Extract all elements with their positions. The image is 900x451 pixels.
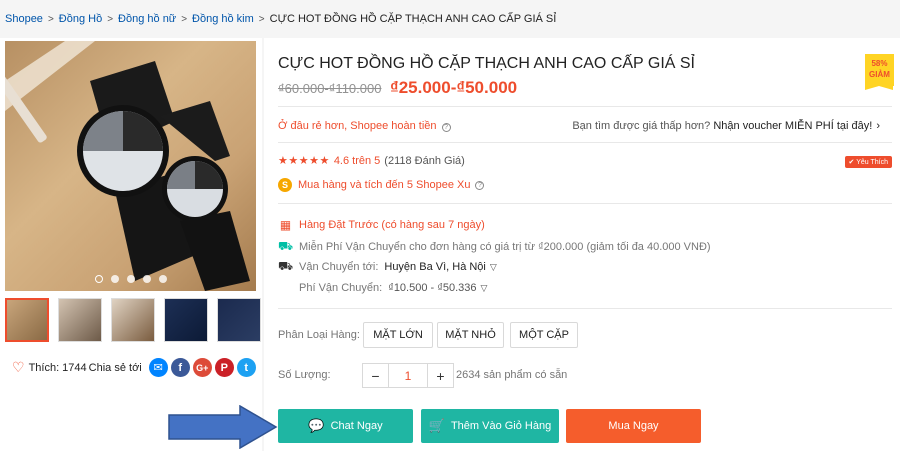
carousel-dot[interactable] [126,275,135,283]
shipping-fee[interactable]: Phí Vận Chuyển: ₫10.500 - ₫50.336 ▽ [299,282,487,294]
sale-price: ₫25.000-₫50.000 [390,78,518,97]
favorite-badge: ✔ Yêu Thích [844,156,892,168]
add-to-cart-label: Thêm Vào Giỏ Hàng [450,420,552,432]
variant-option-mat-nho[interactable]: MẶT NHỎ [437,322,504,348]
quantity-stepper[interactable]: − 1 + [362,363,454,388]
chat-bubble-icon: 💬 [308,418,325,433]
breadcrumb-current: CỰC HOT ĐỒNG HỒ CẶP THẠCH ANH CAO CẤP GI… [269,13,557,25]
increment-button[interactable]: + [428,364,453,387]
product-title: CỰC HOT ĐỒNG HỒ CẶP THẠCH ANH CAO CẤP GI… [278,55,695,72]
divider [278,308,892,309]
pinterest-icon[interactable]: P [214,358,234,377]
gallery-panel: ♡ Thích: 1744 Chia sẻ tới ✉ f G+ P t [0,38,262,451]
breadcrumb-dong-ho-kim[interactable]: Đồng hồ kim [192,13,254,25]
carousel-dot[interactable] [158,275,167,283]
buy-now-label: Mua Ngay [608,420,659,432]
product-info-panel: CỰC HOT ĐỒNG HỒ CẶP THẠCH ANH CAO CẤP GI… [264,38,900,451]
chevron-down-icon[interactable]: ▽ [481,283,488,294]
price-guarantee-text: Ở đâu rẻ hơn, Shopee hoàn tiền [278,120,437,132]
twitter-icon[interactable]: t [236,358,256,377]
rating-summary[interactable]: ★★★★★ 4.6 trên 5 (2118 Đánh Giá) [278,154,465,168]
discount-badge: 58% GIẢM [865,54,894,90]
buy-now-button[interactable]: Mua Ngay [566,409,701,443]
voucher-prefix: Bạn tìm được giá thấp hơn? [572,120,711,132]
chevron-right-icon: > [181,13,188,25]
preorder-text: Hàng Đặt Trước (có hàng sau 7 ngày) [299,219,485,231]
breadcrumb: Shopee > Đồng Hồ > Đồng hồ nữ > Đồng hồ … [5,11,556,27]
shipping-destination[interactable]: ⛟ Vận Chuyển tới: Huyện Ba Vì, Hà Nội ▽ [278,259,497,275]
google-plus-icon[interactable]: G+ [192,358,212,377]
discount-percent: 58% [871,59,888,68]
original-price: ₫60.000-₫110.000 [278,81,382,96]
chat-now-label: Chat Ngay [330,420,383,432]
facebook-icon[interactable]: f [170,358,190,377]
question-icon[interactable]: ? [475,180,485,190]
voucher-link[interactable]: Bạn tìm được giá thấp hơn? Nhận voucher … [572,120,880,132]
carousel-dots [5,275,256,283]
chevron-right-icon: > [258,13,265,25]
cart-icon: 🛒 [428,418,445,433]
voucher-link-text[interactable]: Nhận voucher MIỄN PHÍ tại đây! [713,120,872,132]
carousel-dot[interactable] [142,275,151,283]
rating-count: (2118 Đánh Giá) [384,154,465,167]
fee-value[interactable]: ₫10.500 - ₫50.336 [388,282,476,294]
calendar-icon: ▦ [279,218,292,232]
thumbnail-2[interactable] [58,298,102,342]
preorder-info: ▦ Hàng Đặt Trước (có hàng sau 7 ngày) [278,218,485,232]
divider [278,203,892,204]
destination-label: Vận Chuyển tới: [299,261,379,273]
thumbnail-1[interactable] [5,298,49,342]
fee-label: Phí Vận Chuyển: [299,282,383,294]
pointer-arrow-icon [168,405,278,449]
chevron-right-icon: › [876,120,880,132]
divider [278,106,892,107]
free-shipping-info: ⛟ Miễn Phí Vận Chuyển cho đơn hàng có gi… [278,239,711,255]
chevron-right-icon: > [47,13,54,25]
add-to-cart-button[interactable]: 🛒 Thêm Vào Giỏ Hàng [421,409,559,443]
variant-label: Phân Loại Hàng: [278,329,360,341]
breadcrumb-dong-ho[interactable]: Đồng Hồ [59,13,102,25]
favorite-label: Yêu Thích [856,159,888,166]
rating-value: 4.6 trên 5 [333,154,381,167]
thumbnail-5[interactable] [217,298,261,342]
coin-icon: S [278,178,292,192]
carousel-dot[interactable] [110,275,119,283]
messenger-icon[interactable]: ✉ [148,358,168,377]
breadcrumb-dong-ho-nu[interactable]: Đồng hồ nữ [118,13,176,25]
shopee-xu-text: Mua hàng và tích đến 5 Shopee Xu [298,179,471,191]
destination-value[interactable]: Huyện Ba Vì, Hà Nội [384,261,486,273]
thumbnail-3[interactable] [111,298,155,342]
shopee-xu-promo: S Mua hàng và tích đến 5 Shopee Xu ? [278,178,485,192]
chevron-right-icon: > [107,13,114,25]
truck-icon: ⛟ [278,239,294,253]
price-guarantee[interactable]: Ở đâu rẻ hơn, Shopee hoàn tiền? [278,120,451,132]
thumbnail-strip [5,298,261,342]
main-product-image[interactable] [5,41,256,291]
like-count[interactable]: Thích: 1744 [29,362,87,374]
chevron-down-icon[interactable]: ▽ [490,262,497,273]
star-rating-icon: ★★★★★ [278,155,330,167]
decrement-button[interactable]: − [363,364,388,387]
breadcrumb-shopee[interactable]: Shopee [5,13,43,25]
free-shipping-text: Miễn Phí Vận Chuyển cho đơn hàng có giá … [299,241,711,253]
thumbnail-4[interactable] [164,298,208,342]
social-bar: ♡ Thích: 1744 Chia sẻ tới ✉ f G+ P t [12,358,256,377]
share-label: Chia sẻ tới [88,361,142,374]
chat-now-button[interactable]: 💬 Chat Ngay [278,409,413,443]
discount-label: GIẢM [869,70,890,79]
divider [278,142,892,143]
quantity-label: Số Lượng: [278,369,331,381]
stock-count: 2634 sản phẩm có sẵn [456,369,568,381]
variant-option-mat-lon[interactable]: MẶT LỚN [363,322,433,348]
delivery-truck-icon: ⛟ [278,259,294,273]
carousel-dot[interactable] [94,275,103,283]
heart-icon[interactable]: ♡ [12,359,25,376]
question-icon[interactable]: ? [441,123,451,132]
variant-option-mot-cap[interactable]: MỘT CẶP [510,322,578,348]
quantity-input[interactable]: 1 [388,364,428,387]
